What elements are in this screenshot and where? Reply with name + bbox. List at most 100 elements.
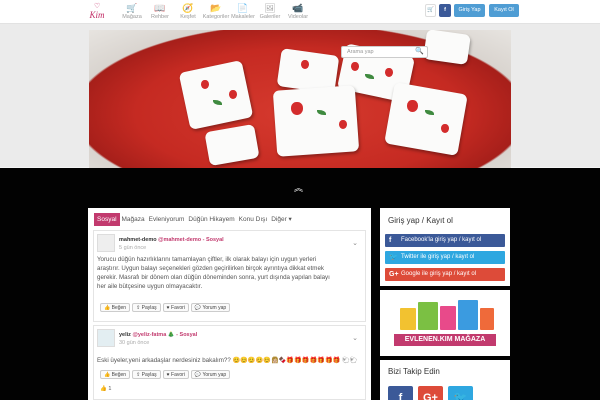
- document-icon: 📄: [237, 3, 249, 13]
- tab-evleniyorum[interactable]: Evleniyorum: [147, 213, 187, 226]
- post-text-line: her aile bütçesine uygun olmayacaktır.: [97, 283, 203, 290]
- feed-post: yeliz @yeliz-fatma 🎄 - Sosyal 30 gün önc…: [93, 325, 366, 400]
- facebook-login-button[interactable]: f Facebook'la giriş yap / kayıt ol: [385, 234, 505, 247]
- nav-item-videolar[interactable]: 📹 Videolar: [285, 3, 311, 23]
- nav-item-magaza[interactable]: 🛒 Mağaza: [119, 3, 145, 23]
- follow-google-plus-button[interactable]: G+: [418, 386, 443, 400]
- chevron-up-icon[interactable]: ︽: [294, 184, 303, 193]
- strawberry-decoration: [351, 62, 359, 71]
- nav-item-galeriler[interactable]: 🖼 Galeriler: [257, 3, 283, 23]
- search-placeholder: Arama yap: [347, 49, 374, 55]
- facebook-icon: f: [389, 237, 392, 244]
- nav-item-rehber[interactable]: 📖 Rehber: [147, 3, 173, 23]
- hero-band: Arama yap 🔍: [0, 24, 600, 194]
- author-name: mahmet-demo: [119, 237, 157, 243]
- like-button[interactable]: 👍 Beğen: [100, 303, 131, 312]
- shopping-bag-image: [480, 308, 494, 330]
- post-text: Yorucu düğün hazırlıklarını tamamlayan ç…: [97, 255, 330, 291]
- soap-shape: [423, 30, 471, 65]
- feed-tabs: Sosyal Mağaza Evleniyorum Düğün Hikayem Konu…: [94, 213, 294, 226]
- cart-icon: 🛒: [427, 7, 434, 13]
- author-name: yeliz: [119, 332, 131, 338]
- soap-shape: [178, 59, 254, 131]
- post-channel: 🎄 - Sosyal: [167, 332, 198, 338]
- twitter-icon: 🐦: [453, 392, 468, 400]
- post-text-line: gerekir. Masrafı bir dönem olan düğün dö…: [97, 274, 330, 281]
- register-button[interactable]: Kayıt Ol: [489, 4, 519, 17]
- strawberry-decoration: [407, 100, 418, 112]
- search-icon[interactable]: 🔍: [415, 47, 424, 57]
- post-actions: 👍 Beğen ⇪ Paylaş ♥ Favori 💬 Yorum yap: [100, 370, 232, 379]
- post-text: Eski üyeler,yeni arkadaşlar nerdesiniz b…: [97, 356, 358, 365]
- post-date: 5 gün önce: [119, 245, 147, 251]
- book-icon: 📖: [154, 3, 166, 13]
- comment-button[interactable]: 💬 Yorum yap: [190, 303, 231, 312]
- feed-post: mahmet-demo @mahmet-demo - Sosyal 5 gün …: [93, 230, 366, 322]
- tab-konu-disi[interactable]: Konu Dışı: [237, 213, 270, 226]
- store-banner-text: EVLENEN.KIM MAĞAZA: [394, 334, 496, 346]
- facebook-header-button[interactable]: f: [439, 4, 451, 17]
- tab-diger[interactable]: Diğer ▾: [269, 213, 294, 226]
- strawberry-decoration: [385, 68, 393, 77]
- follow-facebook-button[interactable]: f: [388, 386, 413, 400]
- favorite-button[interactable]: ♥ Favori: [162, 303, 189, 312]
- author-handle: @mahmet-demo: [158, 237, 202, 243]
- nav-item-kesfet[interactable]: 🧭 Keşfet: [175, 3, 201, 23]
- twitter-login-label: Twitter ile giriş yap / kayıt ol: [401, 254, 475, 260]
- hero-slide-image[interactable]: [89, 30, 511, 182]
- tab-dugun-hikayem[interactable]: Düğün Hikayem: [186, 213, 236, 226]
- shopping-bag-image: [400, 308, 416, 330]
- shopping-bag-image: [440, 306, 456, 330]
- site-logo[interactable]: ♡ Kim: [86, 2, 108, 21]
- shopping-cart-icon: 🛒: [126, 3, 138, 13]
- soap-shape: [384, 82, 468, 156]
- share-button[interactable]: ⇪ Paylaş: [132, 303, 161, 312]
- folder-icon: 📂: [210, 3, 222, 13]
- nav-label: Mağaza: [122, 14, 142, 20]
- login-title: Giriş yap / Kayıt ol: [388, 216, 453, 225]
- login-button[interactable]: Giriş Yap: [454, 4, 485, 17]
- nav-label: Keşfet: [180, 14, 196, 20]
- search-input[interactable]: Arama yap 🔍: [341, 46, 428, 58]
- compass-icon: 🧭: [182, 3, 194, 13]
- share-button[interactable]: ⇪ Paylaş: [132, 370, 161, 379]
- chevron-down-icon[interactable]: ⌄: [352, 239, 358, 247]
- nav-label: Videolar: [287, 14, 309, 20]
- like-button[interactable]: 👍 Beğen: [100, 370, 131, 379]
- google-plus-icon: G+: [423, 392, 438, 400]
- tab-magaza[interactable]: Mağaza: [120, 213, 147, 226]
- strawberry-decoration: [201, 80, 209, 89]
- facebook-icon: f: [398, 392, 403, 400]
- login-widget: Giriş yap / Kayıt ol f Facebook'la giriş …: [380, 208, 510, 286]
- nav-item-kategoriler[interactable]: 📂 Kategoriler: [201, 3, 231, 23]
- video-icon: 📹: [292, 3, 304, 13]
- post-author[interactable]: mahmet-demo @mahmet-demo - Sosyal: [119, 237, 224, 243]
- post-text-line: araştırır. Uygun balayı seçenekleri gözd…: [97, 265, 324, 272]
- avatar[interactable]: [97, 234, 115, 252]
- post-date: 30 gün önce: [119, 340, 150, 346]
- nav-item-makaleler[interactable]: 📄 Makaleler: [230, 3, 256, 23]
- logo-text: Kim: [89, 10, 105, 20]
- strawberry-decoration: [229, 90, 237, 99]
- google-plus-icon: G+: [389, 271, 399, 278]
- twitter-login-button[interactable]: 🐦 Twitter ile giriş yap / kayıt ol: [385, 251, 505, 264]
- post-actions: 👍 Beğen ⇪ Paylaş ♥ Favori 💬 Yorum yap: [100, 303, 232, 312]
- facebook-icon: f: [444, 7, 446, 13]
- avatar[interactable]: [97, 329, 115, 347]
- tab-sosyal[interactable]: Sosyal: [94, 213, 120, 226]
- follow-title: Bizi Takip Edin: [388, 367, 440, 376]
- post-channel: - Sosyal: [202, 237, 224, 243]
- author-handle: @yeliz-fatma: [132, 332, 167, 338]
- chevron-down-icon[interactable]: ⌄: [352, 334, 358, 342]
- google-login-button[interactable]: G+ Google ile giriş yap / kayıt ol: [385, 268, 505, 281]
- store-banner[interactable]: EVLENEN.KIM MAĞAZA: [394, 298, 496, 350]
- post-author[interactable]: yeliz @yeliz-fatma 🎄 - Sosyal: [119, 332, 197, 338]
- comment-button[interactable]: 💬 Yorum yap: [190, 370, 231, 379]
- follow-twitter-button[interactable]: 🐦: [448, 386, 473, 400]
- heart-icon: ♡: [94, 2, 101, 10]
- nav-label: Kategoriler: [202, 14, 230, 20]
- favorite-button[interactable]: ♥ Favori: [162, 370, 189, 379]
- post-text-line: Yorucu düğün hazırlıklarını tamamlayan ç…: [97, 256, 317, 263]
- like-count-value: 1: [108, 386, 112, 392]
- cart-button[interactable]: 🛒: [425, 4, 436, 17]
